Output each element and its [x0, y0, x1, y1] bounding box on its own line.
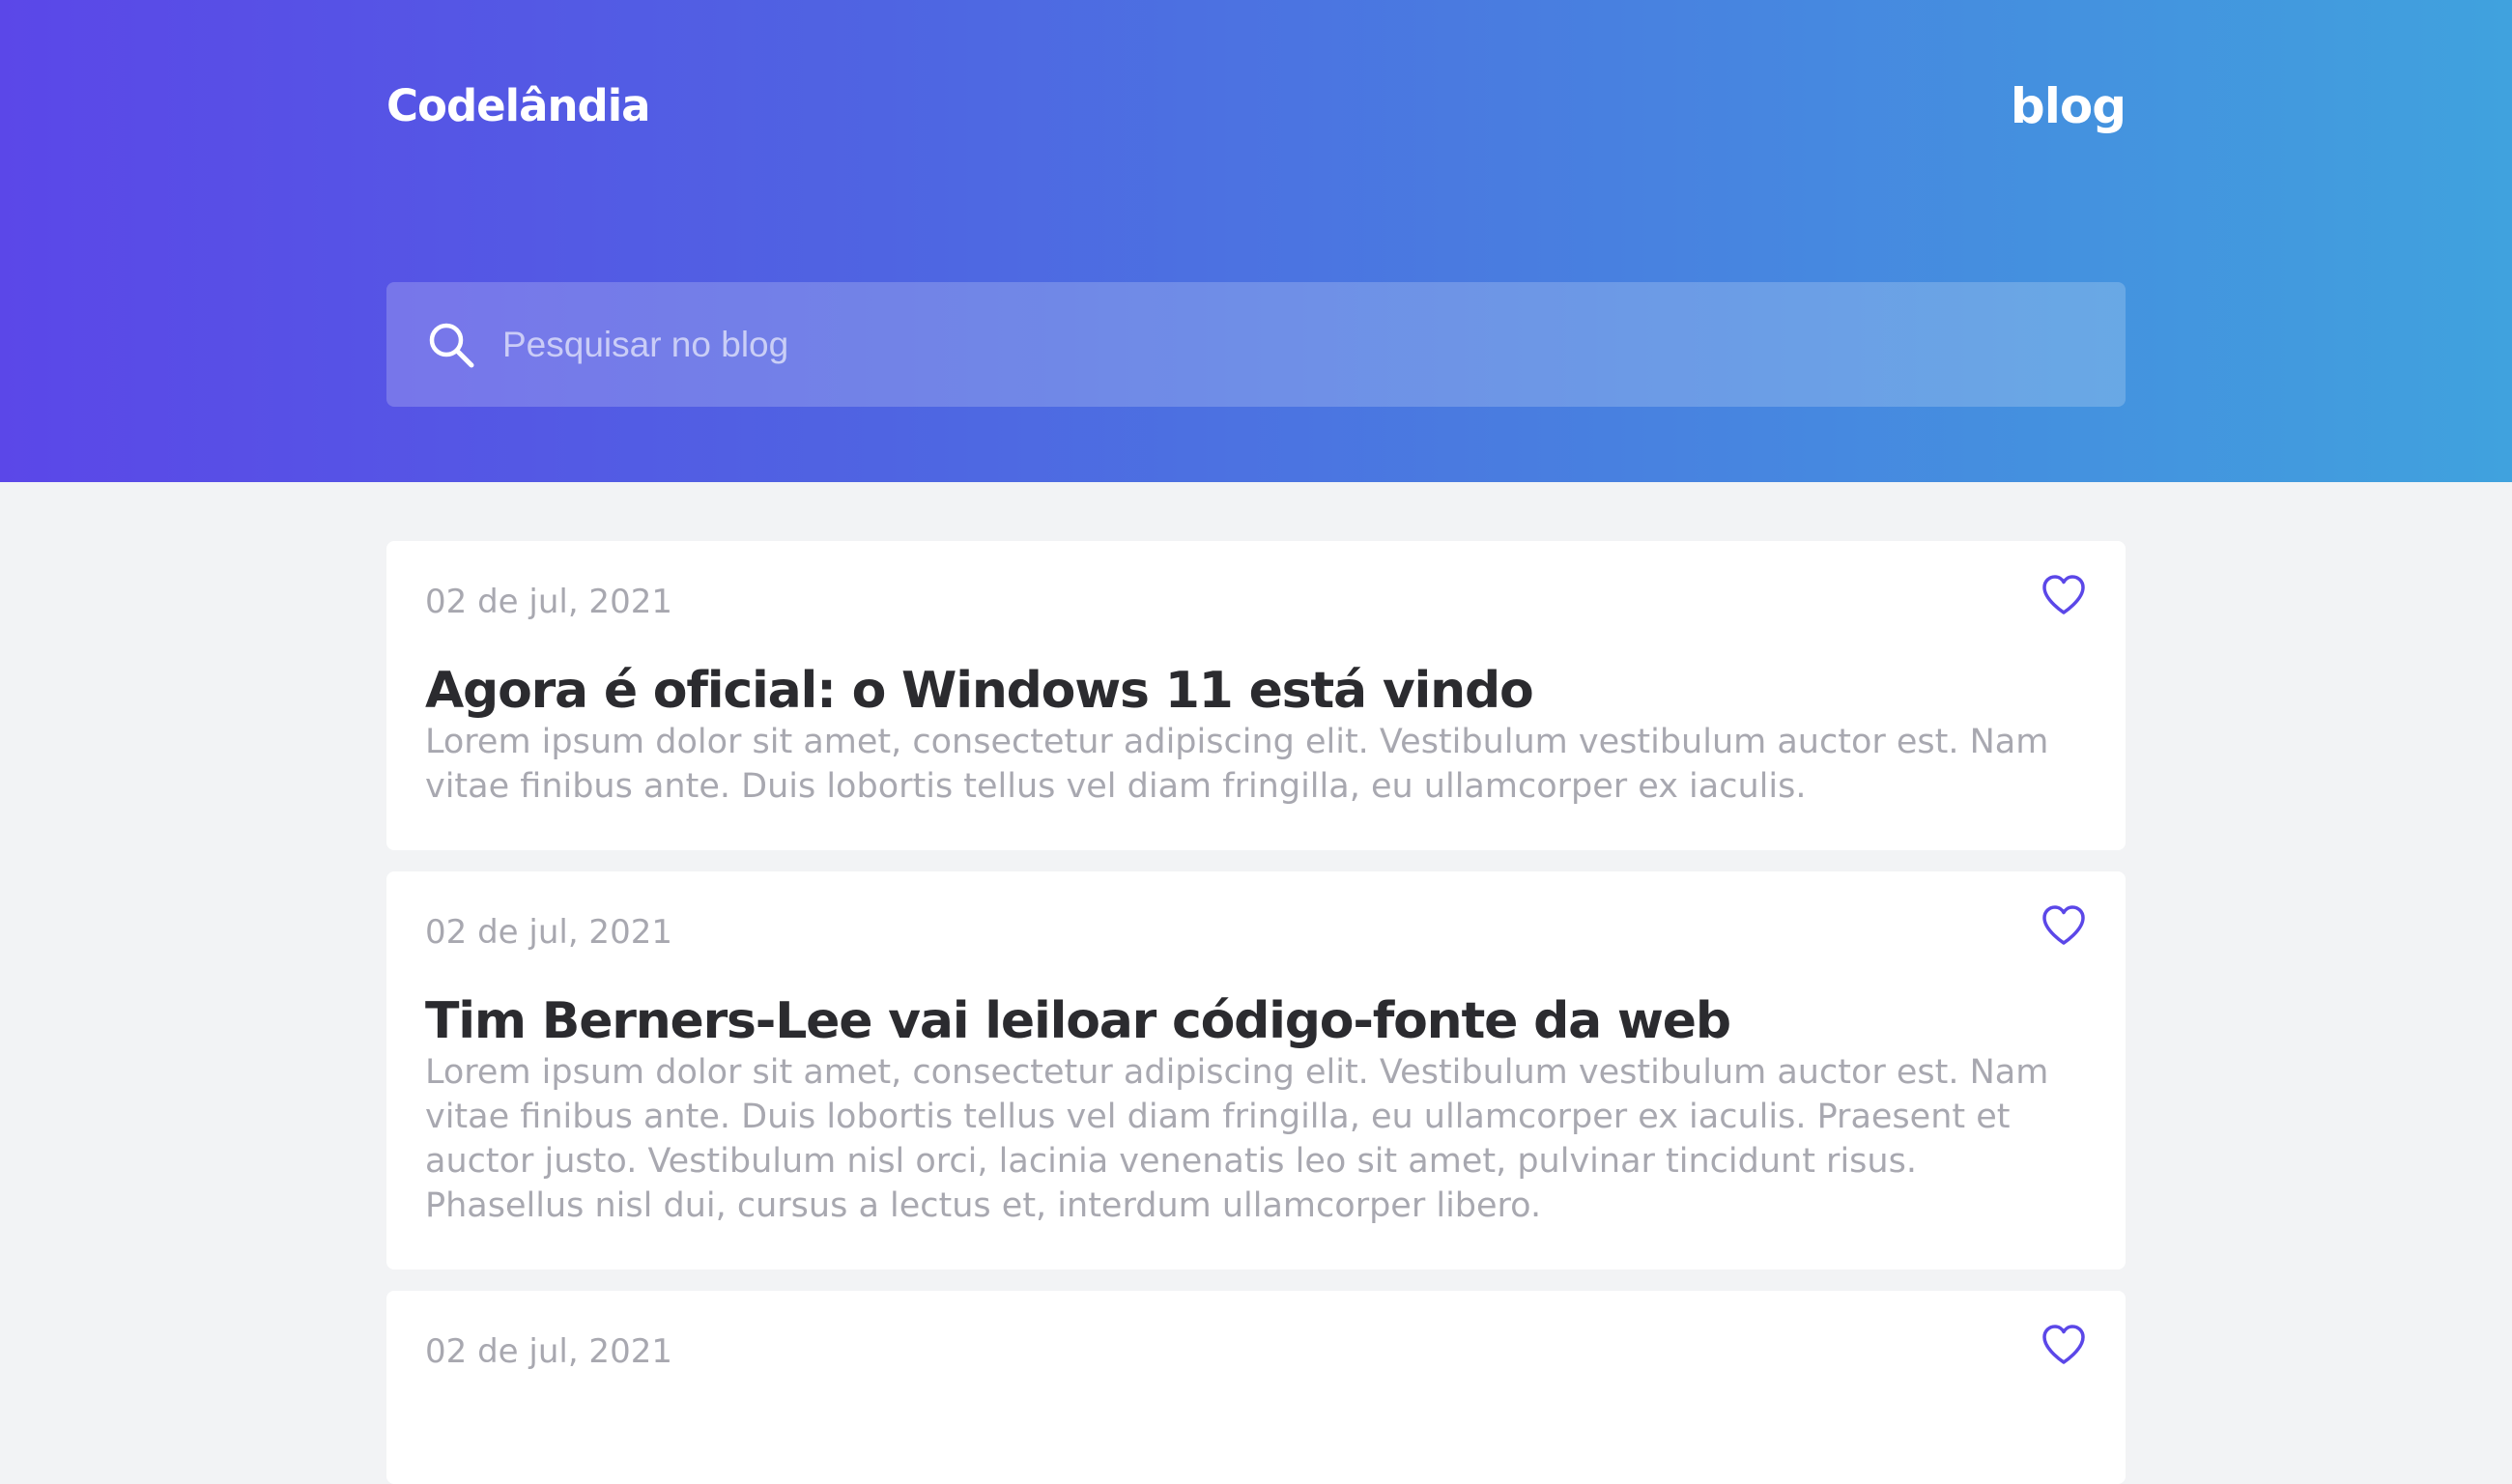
search-icon: [429, 323, 474, 368]
heart-icon[interactable]: [2041, 904, 2087, 947]
post-card[interactable]: 02 de jul, 2021 Agora é oficial: o Windo…: [386, 541, 2126, 850]
post-card[interactable]: 02 de jul, 2021 Tim Berners-Lee vai leil…: [386, 871, 2126, 1270]
heart-icon[interactable]: [2041, 574, 2087, 616]
post-card[interactable]: 02 de jul, 2021: [386, 1291, 2126, 1484]
post-title[interactable]: Tim Berners-Lee vai leiloar código-fonte…: [425, 991, 1731, 1051]
nav-blog-link[interactable]: blog: [2011, 77, 2127, 135]
post-date: 02 de jul, 2021: [425, 1332, 672, 1371]
post-date: 02 de jul, 2021: [425, 583, 672, 621]
post-title[interactable]: Agora é oficial: o Windows 11 está vindo: [425, 661, 1534, 721]
heart-icon[interactable]: [2041, 1324, 2087, 1366]
post-excerpt: Lorem ipsum dolor sit amet, consectetur …: [425, 723, 2049, 806]
search-input[interactable]: [502, 282, 2087, 407]
brand-logo[interactable]: Codelândia: [386, 77, 651, 135]
search-bar[interactable]: [386, 282, 2126, 407]
post-date: 02 de jul, 2021: [425, 913, 672, 952]
post-excerpt: Lorem ipsum dolor sit amet, consectetur …: [425, 1053, 2049, 1225]
hero-header: Codelândia blog: [0, 0, 2512, 482]
